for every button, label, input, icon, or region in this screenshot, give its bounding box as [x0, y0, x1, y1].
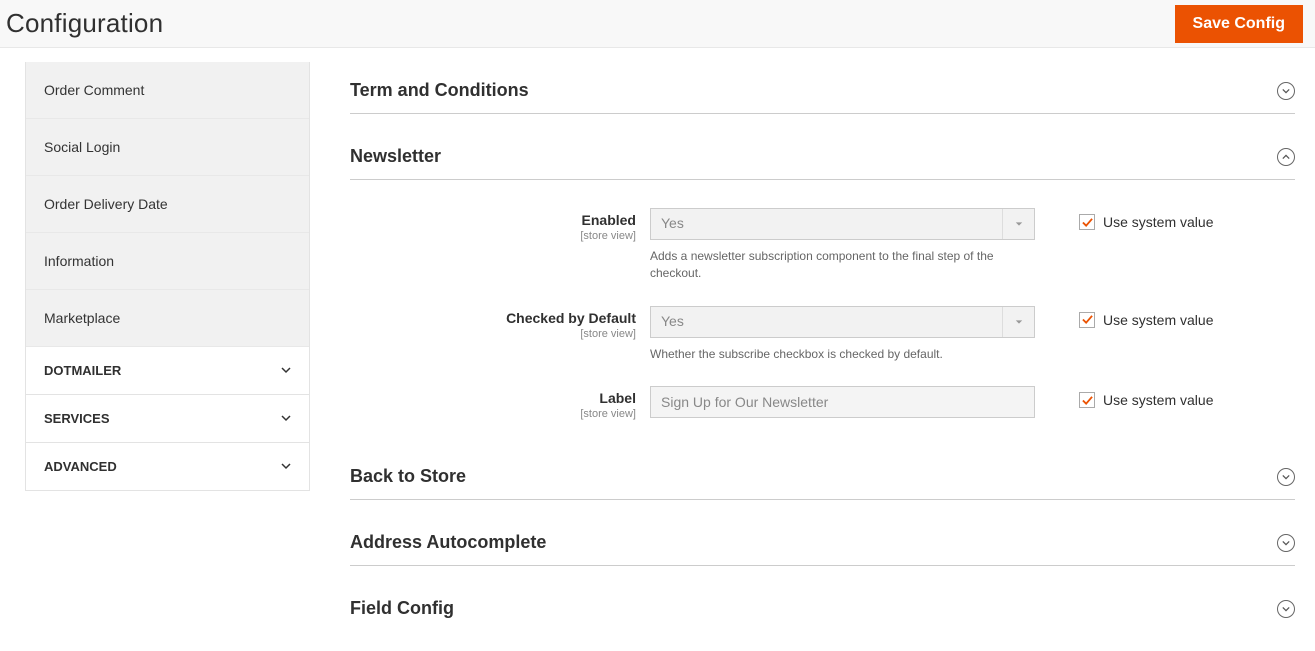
- field-hint: Whether the subscribe checkbox is checke…: [650, 346, 1035, 363]
- field-input-col: Yes Whether the subscribe checkbox is ch…: [650, 306, 1035, 363]
- select-value: Yes: [651, 307, 1002, 337]
- chevron-down-icon: [281, 363, 291, 378]
- sidebar-group-dotmailer[interactable]: DOTMAILER: [26, 347, 309, 395]
- use-system-checkbox[interactable]: [1079, 392, 1095, 408]
- expand-icon: [1277, 148, 1295, 166]
- field-scope: [store view]: [350, 328, 636, 340]
- field-label-col: Enabled [store view]: [350, 208, 650, 242]
- section-header-newsletter[interactable]: Newsletter: [350, 134, 1295, 180]
- sidebar-item-order-delivery-date[interactable]: Order Delivery Date: [26, 176, 309, 233]
- select-value: Yes: [651, 209, 1002, 239]
- section-title: Term and Conditions: [350, 80, 529, 101]
- dropdown-arrow-icon: [1002, 209, 1034, 239]
- sidebar-group-advanced[interactable]: ADVANCED: [26, 443, 309, 490]
- collapse-icon: [1277, 468, 1295, 486]
- collapse-icon: [1277, 600, 1295, 618]
- enabled-select[interactable]: Yes: [650, 208, 1035, 240]
- section-header-field-config[interactable]: Field Config: [350, 586, 1295, 631]
- section-title: Back to Store: [350, 466, 466, 487]
- field-row-label: Label [store view] Use system value: [350, 386, 1295, 420]
- main-content: Term and Conditions Newsletter Enabled […: [310, 48, 1315, 651]
- chevron-down-icon: [281, 459, 291, 474]
- field-row-checked-default: Checked by Default [store view] Yes Whet…: [350, 306, 1295, 363]
- layout: Order Comment Social Login Order Deliver…: [0, 48, 1315, 651]
- sidebar-item-marketplace[interactable]: Marketplace: [26, 290, 309, 347]
- sidebar-group-services[interactable]: SERVICES: [26, 395, 309, 443]
- field-check-col: Use system value: [1035, 386, 1213, 408]
- field-input-col: Yes Adds a newsletter subscription compo…: [650, 208, 1035, 282]
- sidebar-item-social-login[interactable]: Social Login: [26, 119, 309, 176]
- field-hint: Adds a newsletter subscription component…: [650, 248, 1035, 282]
- field-row-enabled: Enabled [store view] Yes Adds a newslett…: [350, 208, 1295, 282]
- field-check-col: Use system value: [1035, 208, 1213, 230]
- collapse-icon: [1277, 534, 1295, 552]
- field-check-col: Use system value: [1035, 306, 1213, 328]
- dropdown-arrow-icon: [1002, 307, 1034, 337]
- checked-default-select[interactable]: Yes: [650, 306, 1035, 338]
- label-input[interactable]: [650, 386, 1035, 418]
- page-title: Configuration: [6, 8, 163, 39]
- section-header-back-to-store[interactable]: Back to Store: [350, 454, 1295, 500]
- field-label: Label: [599, 390, 636, 406]
- sidebar-item-information[interactable]: Information: [26, 233, 309, 290]
- section-header-terms[interactable]: Term and Conditions: [350, 68, 1295, 114]
- use-system-checkbox[interactable]: [1079, 214, 1095, 230]
- sidebar-group-label: ADVANCED: [44, 459, 117, 474]
- field-label: Enabled: [582, 212, 636, 228]
- sidebar-group-label: DOTMAILER: [44, 363, 121, 378]
- field-label-col: Checked by Default [store view]: [350, 306, 650, 340]
- section-title: Field Config: [350, 598, 454, 619]
- section-title: Newsletter: [350, 146, 441, 167]
- section-body-newsletter: Enabled [store view] Yes Adds a newslett…: [350, 180, 1295, 454]
- section-header-address-autocomplete[interactable]: Address Autocomplete: [350, 520, 1295, 566]
- field-input-col: [650, 386, 1035, 418]
- use-system-label: Use system value: [1103, 392, 1213, 408]
- section-title: Address Autocomplete: [350, 532, 546, 553]
- sidebar: Order Comment Social Login Order Deliver…: [25, 62, 310, 491]
- top-bar: Configuration Save Config: [0, 0, 1315, 48]
- save-config-button[interactable]: Save Config: [1175, 5, 1303, 43]
- use-system-label: Use system value: [1103, 214, 1213, 230]
- use-system-label: Use system value: [1103, 312, 1213, 328]
- use-system-checkbox[interactable]: [1079, 312, 1095, 328]
- chevron-down-icon: [281, 411, 291, 426]
- field-label: Checked by Default: [506, 310, 636, 326]
- sidebar-group-label: SERVICES: [44, 411, 110, 426]
- sidebar-item-order-comment[interactable]: Order Comment: [26, 62, 309, 119]
- field-scope: [store view]: [350, 230, 636, 242]
- field-scope: [store view]: [350, 408, 636, 420]
- field-label-col: Label [store view]: [350, 386, 650, 420]
- collapse-icon: [1277, 82, 1295, 100]
